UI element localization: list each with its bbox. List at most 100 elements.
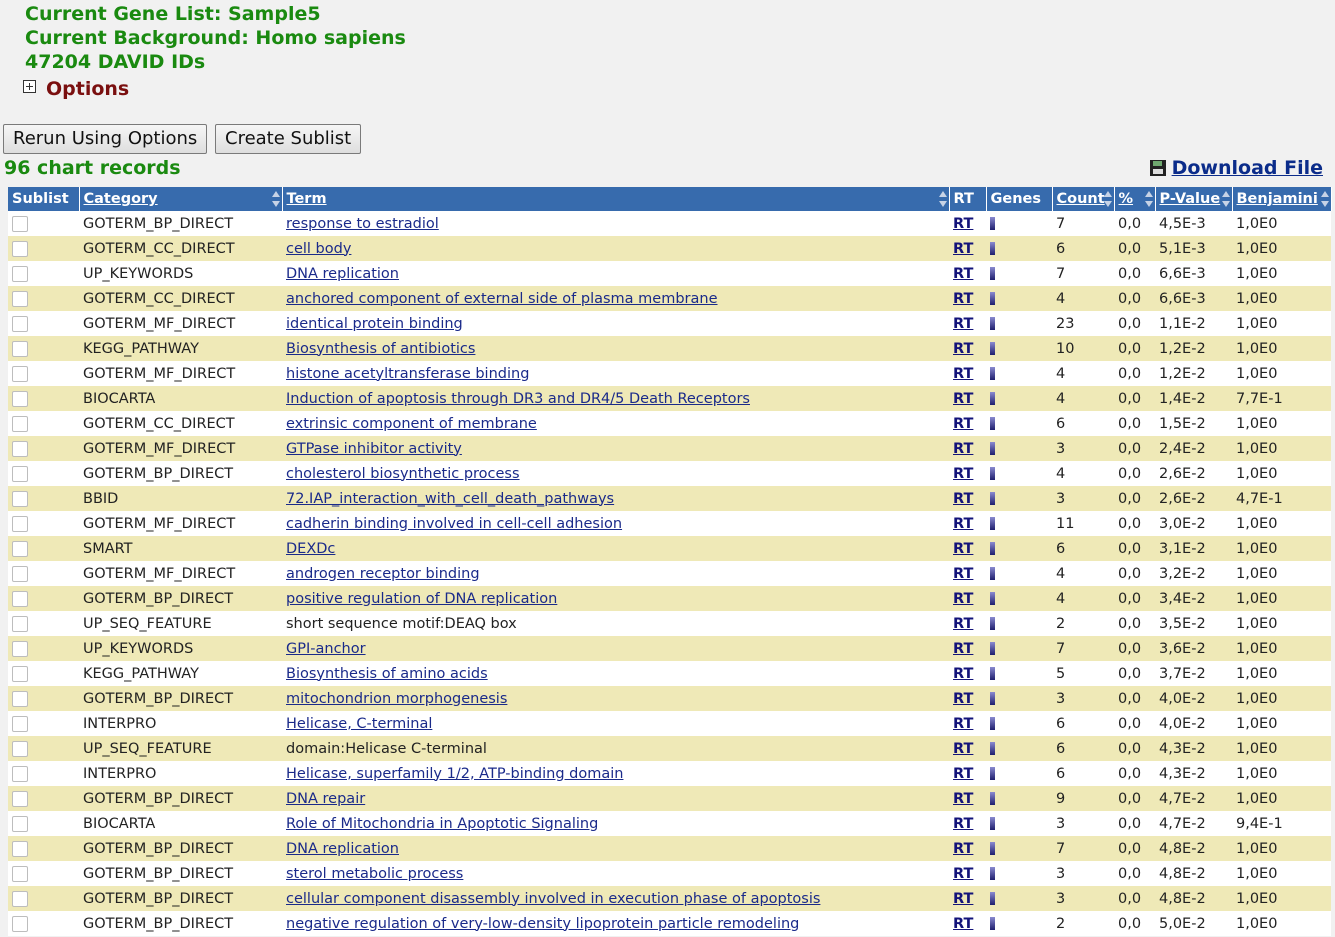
sort-benjamini-link[interactable]: Benjamini	[1237, 191, 1318, 207]
sublist-checkbox[interactable]	[12, 690, 28, 707]
col-benjamini[interactable]: Benjamini	[1232, 187, 1332, 211]
rt-link[interactable]: RT	[953, 816, 973, 832]
term-link[interactable]: androgen receptor binding	[286, 566, 480, 582]
sublist-checkbox[interactable]	[12, 890, 28, 907]
sublist-checkbox[interactable]	[12, 465, 28, 482]
sort-arrows-icon[interactable]	[271, 191, 280, 207]
term-link[interactable]: DEXDc	[286, 541, 335, 557]
sublist-checkbox[interactable]	[12, 640, 28, 657]
sublist-checkbox[interactable]	[12, 565, 28, 582]
term-link[interactable]: GPI-anchor	[286, 641, 366, 657]
genes-bar-icon[interactable]	[990, 567, 995, 580]
term-link[interactable]: Induction of apoptosis through DR3 and D…	[286, 391, 750, 407]
rt-link[interactable]: RT	[953, 591, 973, 607]
rt-link[interactable]: RT	[953, 316, 973, 332]
rt-link[interactable]: RT	[953, 366, 973, 382]
col-percent[interactable]: %	[1114, 187, 1156, 211]
col-pvalue[interactable]: P-Value	[1155, 187, 1233, 211]
rt-link[interactable]: RT	[953, 266, 973, 282]
genes-bar-icon[interactable]	[990, 717, 995, 730]
genes-bar-icon[interactable]	[990, 542, 995, 555]
rt-link[interactable]: RT	[953, 416, 973, 432]
rt-link[interactable]: RT	[953, 791, 973, 807]
sublist-checkbox[interactable]	[12, 840, 28, 857]
term-link[interactable]: GTPase inhibitor activity	[286, 441, 462, 457]
rt-link[interactable]: RT	[953, 566, 973, 582]
sublist-checkbox[interactable]	[12, 815, 28, 832]
term-link[interactable]: cadherin binding involved in cell-cell a…	[286, 516, 622, 532]
genes-bar-icon[interactable]	[990, 692, 995, 705]
genes-bar-icon[interactable]	[990, 917, 995, 930]
term-link[interactable]: Biosynthesis of antibiotics	[286, 341, 475, 357]
sublist-checkbox[interactable]	[12, 665, 28, 682]
genes-bar-icon[interactable]	[990, 217, 995, 230]
rt-link[interactable]: RT	[953, 541, 973, 557]
genes-bar-icon[interactable]	[990, 792, 995, 805]
sort-count-link[interactable]: Count	[1057, 191, 1105, 207]
sublist-checkbox[interactable]	[12, 715, 28, 732]
rt-link[interactable]: RT	[953, 491, 973, 507]
term-link[interactable]: positive regulation of DNA replication	[286, 591, 557, 607]
term-link[interactable]: sterol metabolic process	[286, 866, 463, 882]
create-sublist-button[interactable]: Create Sublist	[215, 124, 362, 154]
rt-link[interactable]: RT	[953, 841, 973, 857]
rerun-using-options-button[interactable]: Rerun Using Options	[3, 124, 208, 154]
sort-arrows-icon[interactable]	[1144, 191, 1153, 207]
term-link[interactable]: DNA replication	[286, 841, 399, 857]
genes-bar-icon[interactable]	[990, 742, 995, 755]
term-link[interactable]: cell body	[286, 241, 351, 257]
sublist-checkbox[interactable]	[12, 765, 28, 782]
term-link[interactable]: DNA repair	[286, 791, 365, 807]
genes-bar-icon[interactable]	[990, 842, 995, 855]
download-file-link[interactable]: Download File	[1149, 157, 1323, 179]
genes-bar-icon[interactable]	[990, 242, 995, 255]
genes-bar-icon[interactable]	[990, 292, 995, 305]
col-count[interactable]: Count	[1052, 187, 1115, 211]
sort-arrows-icon[interactable]	[1320, 191, 1329, 207]
genes-bar-icon[interactable]	[990, 467, 995, 480]
rt-link[interactable]: RT	[953, 691, 973, 707]
term-link[interactable]: DNA replication	[286, 266, 399, 282]
genes-bar-icon[interactable]	[990, 442, 995, 455]
sublist-checkbox[interactable]	[12, 590, 28, 607]
term-link[interactable]: histone acetyltransferase binding	[286, 366, 529, 382]
sublist-checkbox[interactable]	[12, 240, 28, 257]
sublist-checkbox[interactable]	[12, 540, 28, 557]
sort-arrows-icon[interactable]	[1221, 191, 1230, 207]
rt-link[interactable]: RT	[953, 441, 973, 457]
genes-bar-icon[interactable]	[990, 417, 995, 430]
term-link[interactable]: extrinsic component of membrane	[286, 416, 537, 432]
rt-link[interactable]: RT	[953, 341, 973, 357]
expand-plus-icon[interactable]	[23, 80, 36, 93]
term-link[interactable]: anchored component of external side of p…	[286, 291, 718, 307]
genes-bar-icon[interactable]	[990, 892, 995, 905]
genes-bar-icon[interactable]	[990, 517, 995, 530]
rt-link[interactable]: RT	[953, 716, 973, 732]
sort-arrows-icon[interactable]	[1103, 191, 1112, 207]
sublist-checkbox[interactable]	[12, 865, 28, 882]
sublist-checkbox[interactable]	[12, 415, 28, 432]
genes-bar-icon[interactable]	[990, 342, 995, 355]
genes-bar-icon[interactable]	[990, 317, 995, 330]
genes-bar-icon[interactable]	[990, 367, 995, 380]
genes-bar-icon[interactable]	[990, 592, 995, 605]
sort-percent-link[interactable]: %	[1119, 191, 1134, 207]
col-category[interactable]: Category	[79, 187, 283, 211]
term-link[interactable]: 72.IAP_interaction_with_cell_death_pathw…	[286, 491, 614, 507]
genes-bar-icon[interactable]	[990, 642, 995, 655]
genes-bar-icon[interactable]	[990, 267, 995, 280]
rt-link[interactable]: RT	[953, 641, 973, 657]
sort-term-link[interactable]: Term	[287, 191, 327, 207]
genes-bar-icon[interactable]	[990, 817, 995, 830]
genes-bar-icon[interactable]	[990, 667, 995, 680]
genes-bar-icon[interactable]	[990, 767, 995, 780]
rt-link[interactable]: RT	[953, 291, 973, 307]
sublist-checkbox[interactable]	[12, 290, 28, 307]
rt-link[interactable]: RT	[953, 866, 973, 882]
sort-arrows-icon[interactable]	[938, 191, 947, 207]
sublist-checkbox[interactable]	[12, 740, 28, 757]
sublist-checkbox[interactable]	[12, 490, 28, 507]
term-link[interactable]: negative regulation of very-low-density …	[286, 916, 799, 932]
sublist-checkbox[interactable]	[12, 365, 28, 382]
rt-link[interactable]: RT	[953, 516, 973, 532]
